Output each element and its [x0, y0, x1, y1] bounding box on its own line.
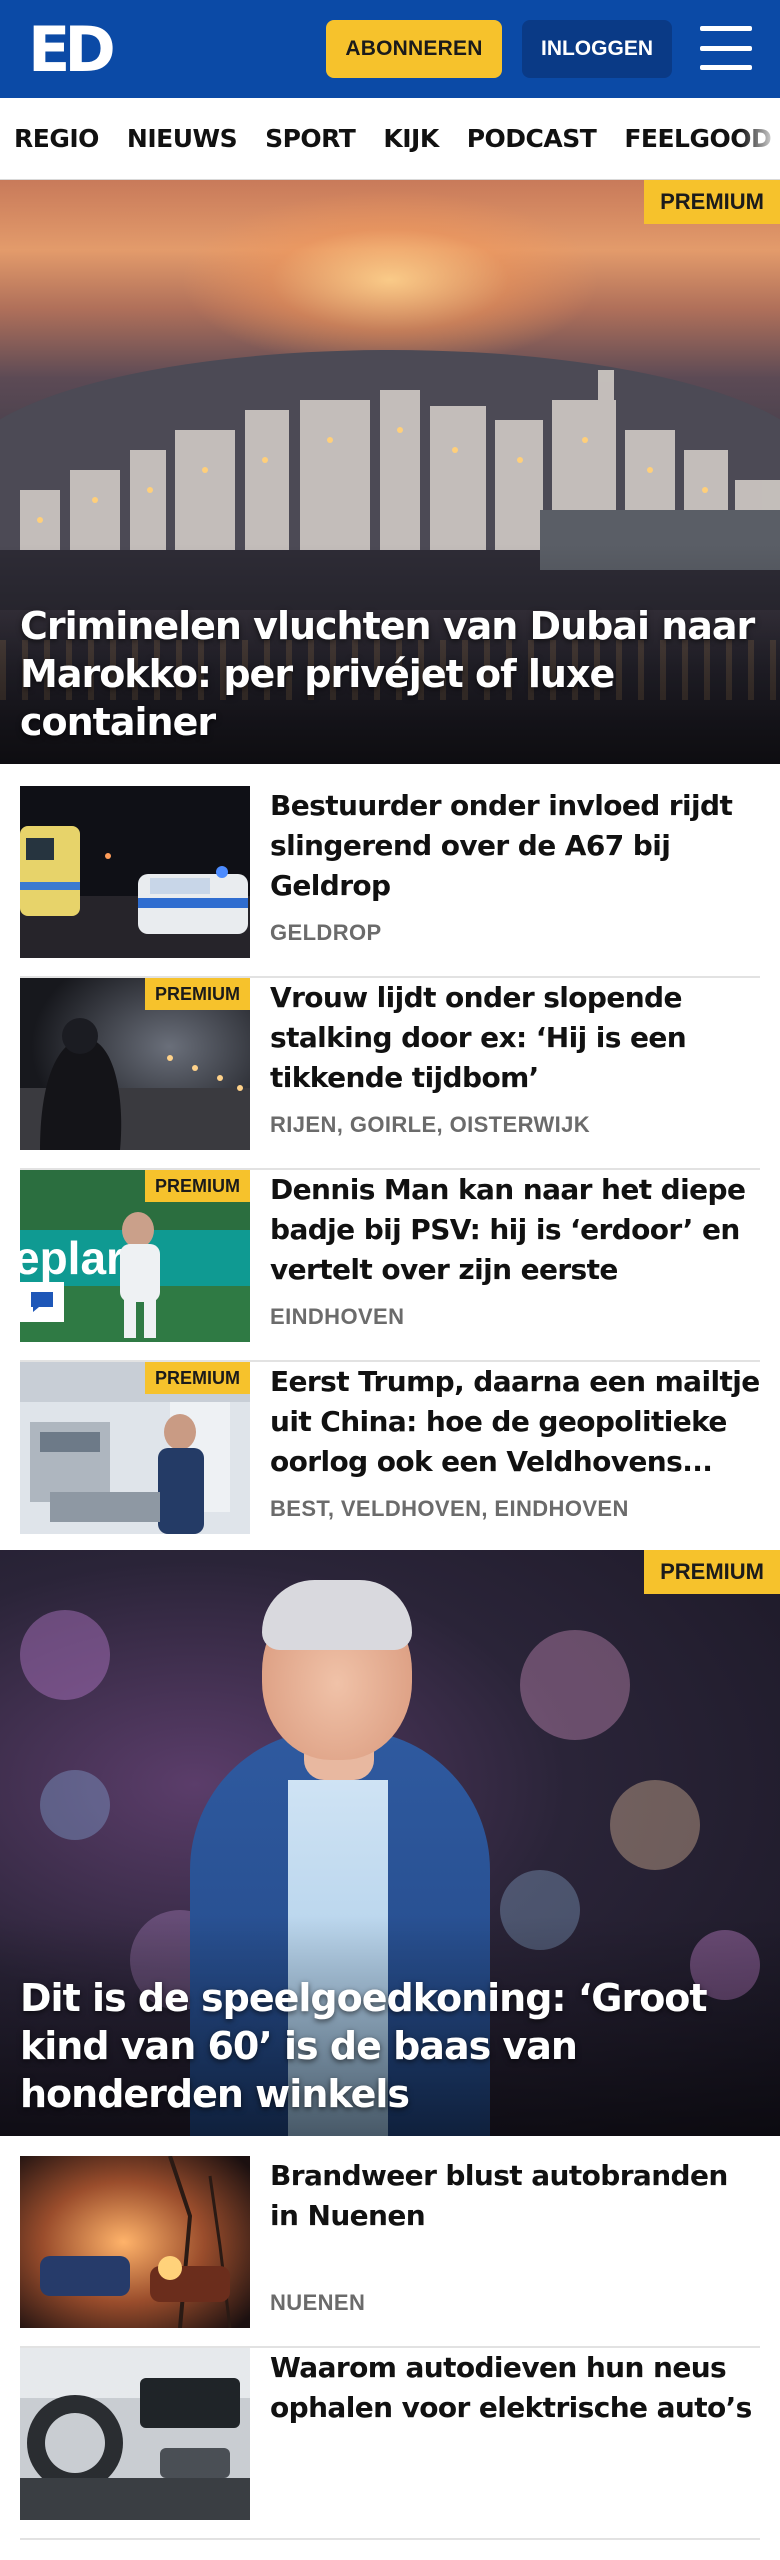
nav-item-regio[interactable]: REGIO [0, 98, 113, 179]
car-fire-image [20, 2156, 250, 2328]
article-location: GELDROP [270, 920, 382, 945]
article-thumbnail: PREMIUM [20, 978, 250, 1150]
section-nav: REGIO NIEUWS SPORT KIJK PODCAST FEELGOOD… [0, 98, 780, 180]
bokeh-light [40, 1770, 110, 1840]
bokeh-light [610, 1780, 700, 1870]
list-item[interactable]: PREMIUM Eerst Trump, daarna een mailtje … [20, 1362, 760, 1554]
menu-line [700, 65, 752, 70]
list-item[interactable]: eplar PREMIUM Dennis Man kan naar het di… [20, 1170, 760, 1362]
article-title[interactable]: Dennis Man kan naar het diepe badje bij … [270, 1170, 760, 1290]
comment-icon[interactable] [20, 1282, 64, 1322]
article-title[interactable]: Eerst Trump, daarna een mailtje uit Chin… [270, 1362, 760, 1482]
article-title[interactable]: Waarom autodieven hun neus ophalen voor … [270, 2348, 760, 2428]
hero-article-2[interactable]: PREMIUM Dit is de speelgoedkoning: ‘Groo… [0, 1550, 780, 2136]
bokeh-light [520, 1630, 630, 1740]
hero-image-sky [180, 190, 600, 370]
article-title[interactable]: Bestuurder onder invloed rijdt slingeren… [270, 786, 760, 906]
article-location: EINDHOVEN [270, 1304, 405, 1329]
hamburger-menu-icon[interactable] [700, 26, 752, 70]
nav-item-kijk[interactable]: KIJK [369, 98, 452, 179]
premium-badge: PREMIUM [644, 180, 780, 224]
article-location: NUENEN [270, 2290, 366, 2315]
bokeh-light [20, 1610, 110, 1700]
subscribe-button[interactable]: ABONNEREN [326, 20, 502, 78]
logo-text: ED [28, 13, 116, 86]
article-title[interactable]: Brandweer blust autobranden in Nuenen [270, 2156, 760, 2236]
list-item[interactable]: PREMIUM Vrouw lijdt onder slopende stalk… [20, 978, 760, 1170]
article-thumbnail [20, 786, 250, 958]
hero-title[interactable]: Dit is de speelgoedkoning: ‘Groot kind v… [20, 1974, 760, 2118]
list-item[interactable]: Waarom autodieven hun neus ophalen voor … [20, 2348, 760, 2540]
comment-bubble-icon [31, 1292, 53, 1312]
article-thumbnail: PREMIUM [20, 1362, 250, 1534]
site-header: ED ABONNEREN INLOGGEN [0, 0, 780, 98]
article-thumbnail: eplar PREMIUM [20, 1170, 250, 1342]
list-item[interactable]: Bestuurder onder invloed rijdt slingeren… [20, 786, 760, 978]
logo[interactable]: ED [28, 13, 116, 86]
article-thumbnail [20, 2348, 250, 2520]
thumb-sign-text: eplar [20, 1232, 124, 1284]
article-location: BEST, VELDHOVEN, EINDHOVEN [270, 1496, 629, 1521]
police-scene-image [20, 786, 250, 958]
nav-item-sport[interactable]: SPORT [251, 98, 369, 179]
nav-item-podcast[interactable]: PODCAST [453, 98, 611, 179]
menu-line [700, 26, 752, 31]
premium-badge: PREMIUM [644, 1550, 780, 1594]
premium-badge: PREMIUM [145, 978, 250, 1010]
premium-badge: PREMIUM [145, 1362, 250, 1394]
nav-item-nieuws[interactable]: NIEUWS [113, 98, 251, 179]
menu-line [700, 45, 752, 51]
hero-article-1[interactable]: PREMIUM Criminelen vluchten van Dubai na… [0, 180, 780, 764]
hero-title[interactable]: Criminelen vluchten van Dubai naar Marok… [20, 602, 760, 746]
list-item[interactable]: Brandweer blust autobranden in Nuenen NU… [20, 2156, 760, 2348]
article-thumbnail [20, 2156, 250, 2328]
login-button[interactable]: INLOGGEN [522, 20, 672, 78]
article-location: RIJEN, GOIRLE, OISTERWIJK [270, 1112, 591, 1137]
premium-badge: PREMIUM [145, 1170, 250, 1202]
person-hair [262, 1580, 412, 1650]
car-interior-image [20, 2348, 250, 2520]
nav-fade [740, 98, 780, 179]
article-title[interactable]: Vrouw lijdt onder slopende stalking door… [270, 978, 760, 1098]
